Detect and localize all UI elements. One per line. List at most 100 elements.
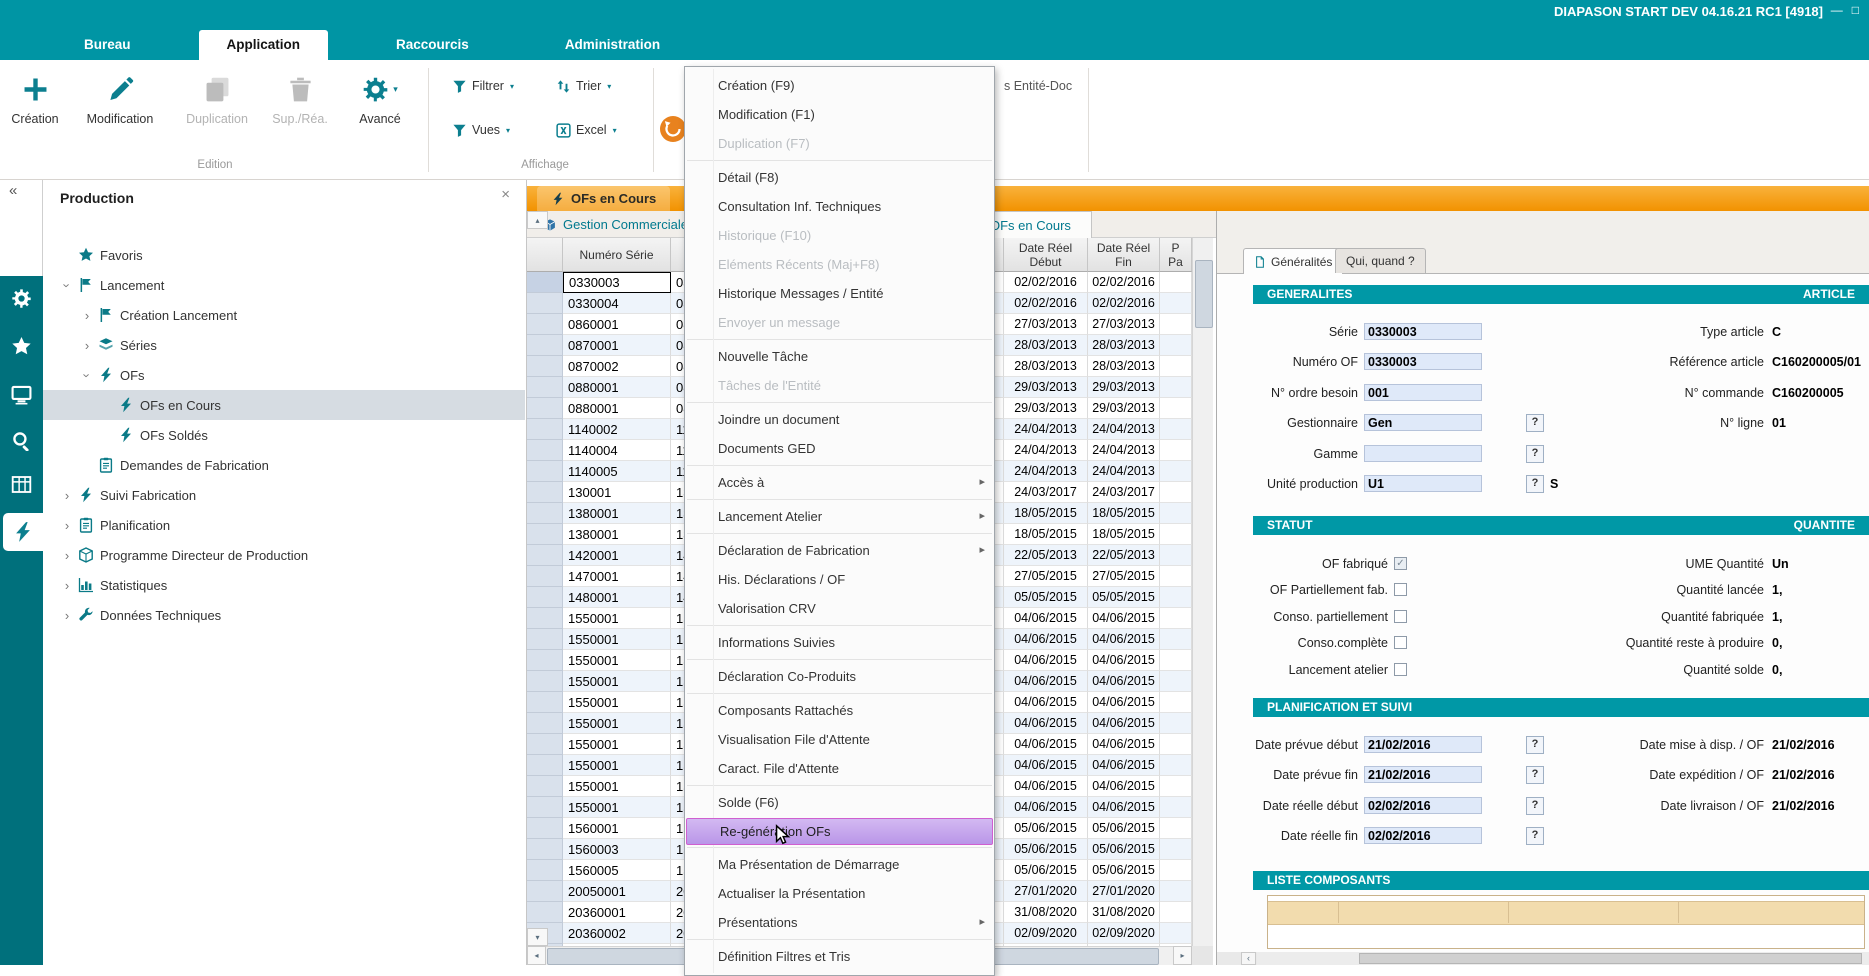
cell-numero-serie[interactable]: 0860001 — [563, 314, 671, 335]
cell-extra[interactable] — [1160, 671, 1192, 692]
menu-item[interactable]: Documents GED ▸ — [685, 434, 994, 463]
cell-extra[interactable] — [1160, 860, 1192, 881]
cell-date-fin[interactable]: 27/03/2013 — [1088, 314, 1160, 335]
cell-date-fin[interactable]: 18/05/2015 — [1088, 503, 1160, 524]
cell-numero-serie[interactable]: 0880001 — [563, 398, 671, 419]
row-selector[interactable] — [527, 755, 563, 776]
workstation-icon[interactable] — [0, 377, 43, 411]
settings-icon[interactable] — [0, 281, 43, 315]
cell-extra[interactable] — [1160, 902, 1192, 923]
tree-item[interactable]: › Programme Directeur de Production — [43, 540, 525, 570]
cell-extra[interactable] — [1160, 356, 1192, 377]
cell-numero-serie[interactable]: 20360002 — [563, 923, 671, 944]
row-selector[interactable] — [527, 377, 563, 398]
cell-date-fin[interactable]: 05/05/2015 — [1088, 587, 1160, 608]
column-header[interactable]: P Pa — [1160, 238, 1192, 272]
menu-item[interactable]: Caract. File d'Attente ▸ — [685, 754, 994, 783]
minimize-button[interactable]: — — [1831, 3, 1843, 17]
scrollbar-thumb[interactable] — [1195, 260, 1213, 328]
cell-date-fin[interactable]: 05/06/2015 — [1088, 839, 1160, 860]
cell-date-fin[interactable]: 24/04/2013 — [1088, 419, 1160, 440]
scroll-left-button[interactable]: ◂ — [527, 946, 546, 965]
cell-numero-serie[interactable]: 1550001 — [563, 755, 671, 776]
tree-item[interactable]: › OFs — [43, 360, 525, 390]
cell-numero-serie[interactable]: 1550001 — [563, 776, 671, 797]
cell-date-debut[interactable]: 02/09/2020 — [1004, 923, 1088, 944]
ribbon-small-button[interactable]: Vues ▾ — [452, 118, 556, 142]
tree-item[interactable]: › OFs Soldés — [43, 420, 525, 450]
vertical-scrollbar[interactable] — [1192, 238, 1213, 946]
row-selector[interactable] — [527, 482, 563, 503]
cell-date-debut[interactable]: 04/06/2015 — [1004, 713, 1088, 734]
cell-extra[interactable] — [1160, 629, 1192, 650]
row-selector[interactable] — [527, 524, 563, 545]
cell-extra[interactable] — [1160, 776, 1192, 797]
tree-item[interactable]: › Statistiques — [43, 570, 525, 600]
cell-numero-serie[interactable]: 1550001 — [563, 671, 671, 692]
menu-item[interactable]: Création (F9) ▸ — [685, 71, 994, 100]
menu-item[interactable]: Accès à ▸ — [685, 468, 994, 497]
row-selector[interactable] — [527, 545, 563, 566]
cell-extra[interactable] — [1160, 692, 1192, 713]
menu-item[interactable]: Historique Messages / Entité ▸ — [685, 279, 994, 308]
menu-item[interactable]: Consultation Inf. Techniques ▸ — [685, 192, 994, 221]
cell-numero-serie[interactable]: 1550001 — [563, 692, 671, 713]
menu-item[interactable]: Présentations ▸ — [685, 908, 994, 937]
tab-generalites[interactable]: Généralités — [1243, 248, 1343, 274]
data-table-icon[interactable] — [0, 467, 43, 501]
cell-extra[interactable] — [1160, 335, 1192, 356]
cell-extra[interactable] — [1160, 482, 1192, 503]
row-selector[interactable] — [527, 881, 563, 902]
cell-date-debut[interactable]: 28/03/2013 — [1004, 335, 1088, 356]
field-input[interactable]: 21/02/2016 — [1364, 736, 1482, 753]
ribbon-tab[interactable]: Administration — [537, 30, 688, 60]
field-input[interactable]: 0330003 — [1364, 323, 1482, 340]
menu-item[interactable]: Nouvelle Tâche ▸ — [685, 342, 994, 371]
row-selector[interactable] — [527, 776, 563, 797]
cell-date-debut[interactable]: 02/02/2016 — [1004, 293, 1088, 314]
menu-item[interactable]: Lancement Atelier ▸ — [685, 502, 994, 531]
cell-extra[interactable] — [1160, 797, 1192, 818]
cell-numero-serie[interactable]: 130001 — [563, 482, 671, 503]
cell-date-debut[interactable]: 05/06/2015 — [1004, 839, 1088, 860]
row-selector[interactable] — [527, 902, 563, 923]
column-header[interactable]: Numéro Série — [563, 238, 671, 272]
cell-numero-serie[interactable]: 1560003 — [563, 839, 671, 860]
row-selector[interactable] — [527, 440, 563, 461]
cell-numero-serie[interactable]: 0870001 — [563, 335, 671, 356]
row-selector[interactable] — [527, 398, 563, 419]
cell-date-fin[interactable]: 31/08/2020 — [1088, 902, 1160, 923]
cell-date-fin[interactable]: 24/04/2013 — [1088, 440, 1160, 461]
menu-item[interactable]: Valorisation CRV ▸ — [685, 594, 994, 623]
chevron-icon[interactable]: › — [58, 548, 76, 563]
row-selector[interactable] — [527, 734, 563, 755]
cell-date-debut[interactable]: 05/05/2015 — [1004, 587, 1088, 608]
cell-numero-serie[interactable]: 1550001 — [563, 734, 671, 755]
active-module-production[interactable] — [3, 513, 43, 551]
cell-numero-serie[interactable]: 1380001 — [563, 503, 671, 524]
cell-numero-serie[interactable]: 0330004 — [563, 293, 671, 314]
tree-item[interactable]: › Suivi Fabrication — [43, 480, 525, 510]
cell-numero-serie[interactable]: 1140005 — [563, 461, 671, 482]
cell-extra[interactable] — [1160, 587, 1192, 608]
row-selector[interactable] — [527, 650, 563, 671]
tree-item[interactable]: › Séries — [43, 330, 525, 360]
checkbox[interactable] — [1394, 583, 1407, 596]
ribbon-button[interactable]: ▾ Sup./Réa. — [260, 68, 340, 126]
scroll-right-button[interactable]: ▸ — [1173, 946, 1192, 965]
cell-date-fin[interactable]: 05/06/2015 — [1088, 818, 1160, 839]
cell-extra[interactable] — [1160, 713, 1192, 734]
cell-date-debut[interactable]: 04/06/2015 — [1004, 650, 1088, 671]
cell-date-fin[interactable]: 04/06/2015 — [1088, 776, 1160, 797]
cell-numero-serie[interactable]: 1470001 — [563, 566, 671, 587]
cell-date-debut[interactable]: 24/04/2013 — [1004, 461, 1088, 482]
cell-extra[interactable] — [1160, 272, 1192, 293]
chevron-icon[interactable]: › — [78, 338, 96, 353]
menu-item[interactable]: Déclaration Co-Produits ▸ — [685, 662, 994, 691]
menu-item[interactable]: Modification (F1) ▸ — [685, 100, 994, 129]
cell-numero-serie[interactable]: 1550001 — [563, 629, 671, 650]
field-input[interactable]: U1 — [1364, 475, 1482, 492]
collapse-sidebar-button[interactable]: « — [9, 182, 17, 199]
menu-item[interactable]: His. Déclarations / OF ▸ — [685, 565, 994, 594]
cell-date-fin[interactable]: 27/05/2015 — [1088, 566, 1160, 587]
